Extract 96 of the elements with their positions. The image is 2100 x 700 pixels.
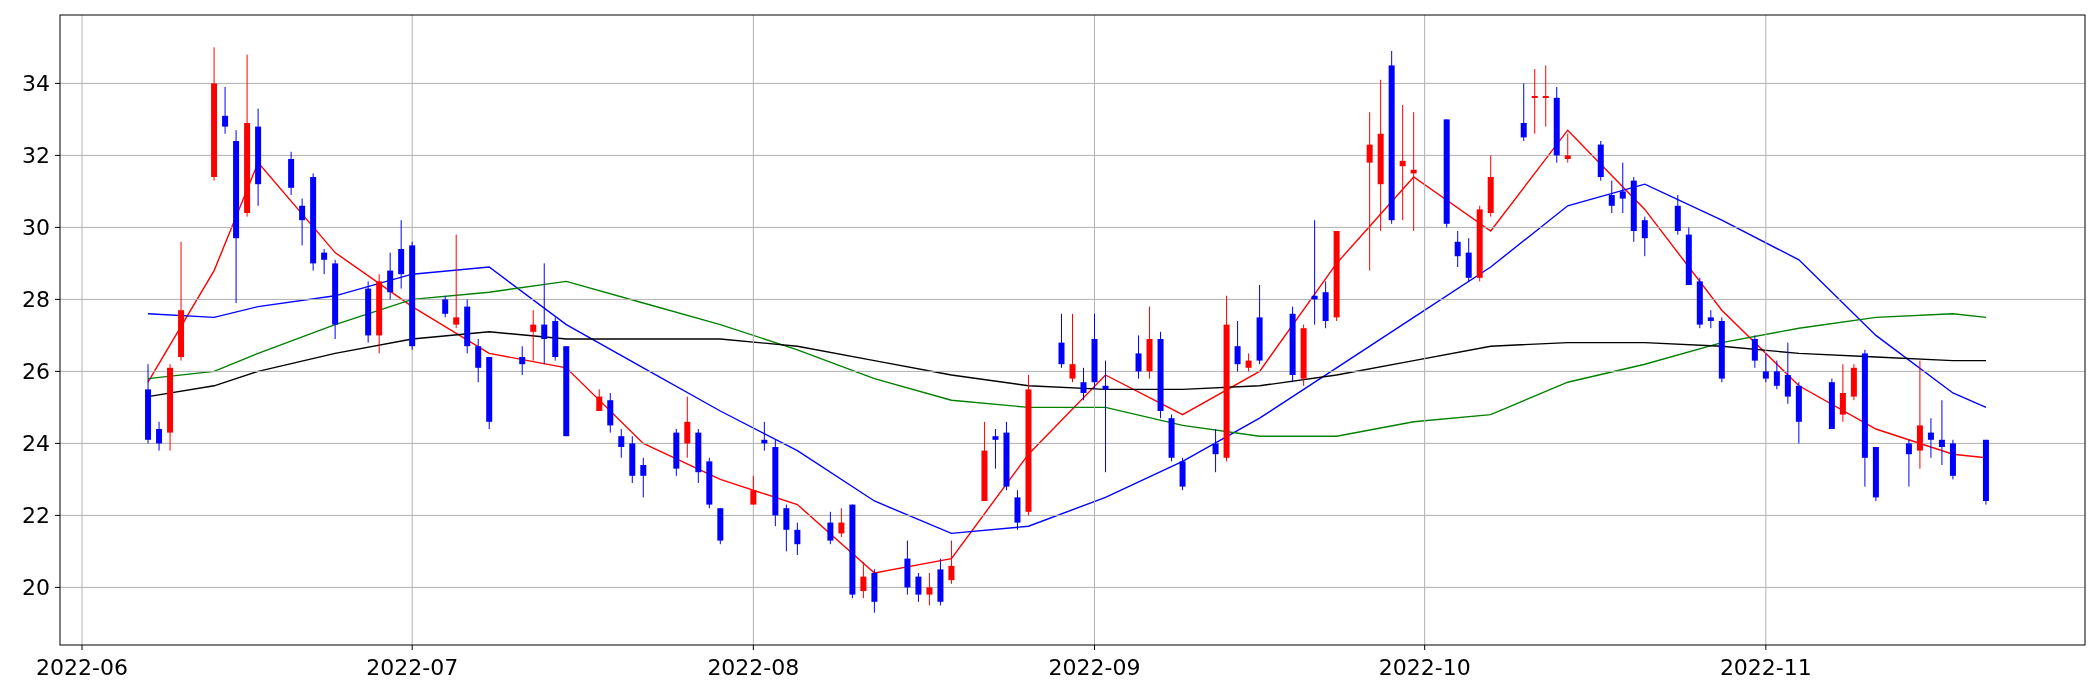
- candlestick: [1487, 154, 1494, 218]
- candlestick: [387, 252, 394, 300]
- candlestick: [1839, 363, 1846, 423]
- x-axis-tick-label: 2022-10: [1378, 655, 1471, 680]
- candlestick: [871, 568, 878, 614]
- candlestick: [552, 316, 559, 362]
- candlestick: [1300, 324, 1307, 387]
- candlestick: [464, 298, 471, 354]
- candlestick: [750, 475, 757, 506]
- candlestick: [1234, 320, 1241, 372]
- candlestick: [1707, 309, 1714, 329]
- y-axis-tick-label: 34: [22, 71, 50, 97]
- candlestick: [1531, 68, 1538, 135]
- candlestick: [1058, 313, 1065, 369]
- candlestick: [1718, 316, 1725, 383]
- candlestick: [1630, 176, 1637, 243]
- candlestick: [1322, 280, 1329, 329]
- candlestick: [684, 396, 691, 459]
- candlestick: [1872, 446, 1879, 502]
- y-axis-tick-label: 24: [22, 431, 50, 457]
- candlestick: [1619, 162, 1626, 214]
- x-axis-tick-label: 2022-06: [36, 655, 128, 680]
- candlestick: [222, 86, 229, 135]
- candlestick: [1168, 414, 1175, 462]
- candlestick: [794, 522, 801, 556]
- x-axis-tick-label: 2022-11: [1719, 655, 1812, 680]
- candlestick: [1773, 360, 1780, 390]
- y-axis-tick-label: 28: [22, 287, 50, 313]
- candlestick: [1784, 342, 1791, 405]
- candlestick: [530, 309, 537, 362]
- candlestick: [640, 457, 647, 498]
- candlestick: [1564, 133, 1571, 164]
- candlestick: [1608, 180, 1615, 214]
- x-axis-tick-label: 2022-08: [707, 655, 800, 680]
- candlestick: [398, 219, 405, 290]
- candlestick: [992, 428, 999, 470]
- candlestick: [1003, 421, 1010, 491]
- candlestick: [838, 507, 845, 538]
- candlestick: [1905, 439, 1912, 488]
- candlestick: [1641, 216, 1648, 257]
- candlestick: [1696, 277, 1703, 329]
- y-axis-tick-label: 20: [22, 575, 50, 601]
- candlestick: [1751, 334, 1758, 369]
- candlestick: [442, 295, 449, 318]
- candlestick: [1212, 428, 1219, 473]
- candlestick: [673, 428, 680, 477]
- candlestick: [475, 338, 482, 383]
- candlestick: [618, 428, 625, 459]
- candlestick: [1135, 334, 1142, 380]
- candlestick: [783, 504, 790, 552]
- candlestick: [1465, 237, 1472, 282]
- candlestick: [915, 572, 922, 603]
- candlestick: [1454, 230, 1461, 268]
- candlestick: [937, 558, 944, 606]
- candlestick: [1949, 439, 1956, 480]
- y-axis-tick-label: 32: [22, 143, 50, 169]
- candlestick: [1685, 226, 1692, 286]
- candlestick: [1938, 399, 1945, 466]
- candlestick: [827, 511, 834, 545]
- y-axis-tick-label: 26: [22, 359, 50, 385]
- candlestick: [596, 388, 603, 412]
- candlestick: [1762, 352, 1769, 383]
- candlestick: [761, 421, 768, 452]
- candlestick: [1542, 64, 1549, 128]
- candlestick: [926, 572, 933, 606]
- candlestick: [1245, 352, 1252, 372]
- candlestick: [607, 392, 614, 434]
- candlestick: [860, 561, 867, 599]
- candlestick: [1795, 381, 1802, 444]
- candlestick: [1520, 82, 1527, 142]
- candlestick: [717, 507, 724, 545]
- candlestick: [1927, 417, 1934, 459]
- candlestick: [1982, 439, 1989, 506]
- candlestick: [629, 435, 636, 484]
- candlestick: [1674, 194, 1681, 236]
- candlestick: [1069, 313, 1076, 383]
- candlestick: [156, 421, 163, 452]
- candlestick: [321, 248, 328, 275]
- candlestick: [519, 345, 526, 376]
- y-axis-tick-label: 30: [22, 215, 50, 241]
- candlestick: [288, 151, 295, 196]
- candlestick: [1080, 367, 1087, 401]
- x-axis-tick-label: 2022-07: [366, 655, 459, 680]
- x-axis-tick-label: 2022-09: [1048, 655, 1141, 680]
- candlestick: [1828, 378, 1835, 430]
- candlestick: [1597, 140, 1604, 182]
- candlestick: [904, 540, 911, 596]
- candlestick: [299, 198, 306, 246]
- candlestick: [706, 457, 713, 509]
- candlestick: [1850, 363, 1857, 401]
- candlestick: [1179, 457, 1186, 491]
- candlestick: [1014, 489, 1021, 531]
- candlestick: [695, 428, 702, 484]
- y-axis-tick-label: 22: [22, 503, 50, 529]
- candlestick: [365, 280, 372, 344]
- candlestick: [948, 540, 955, 585]
